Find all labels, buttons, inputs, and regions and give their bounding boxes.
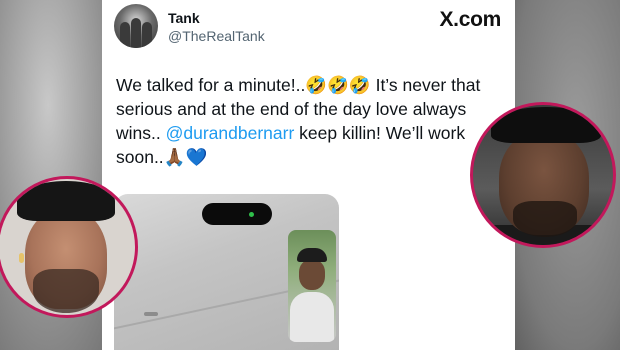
tweet-text: We talked for a minute!..🤣🤣🤣 It’s never … (116, 73, 508, 169)
portrait-cap (491, 107, 601, 143)
pip-cap (297, 248, 327, 262)
user-handle[interactable]: @TheRealTank (168, 27, 265, 45)
facetime-pip-video (288, 230, 336, 342)
ceiling-fixture (144, 312, 158, 316)
mention-link[interactable]: @durandbernarr (166, 123, 295, 143)
portrait-cap (17, 181, 115, 221)
avatar-figure (120, 22, 130, 48)
avatar-figure (142, 22, 152, 48)
circle-photo-right (470, 102, 616, 248)
earring (19, 253, 24, 263)
page: Tank @TheRealTank X.com We talked for a … (0, 0, 620, 350)
portrait-beard (33, 269, 99, 313)
tweet-author: Tank @TheRealTank (168, 9, 265, 45)
avatar-figure (131, 18, 141, 48)
circle-photo-left (0, 176, 138, 318)
camera-indicator-icon (249, 212, 254, 217)
pip-shirt (290, 292, 334, 342)
x-logo: X.com (439, 8, 501, 31)
pip-face (299, 260, 325, 290)
tweet-media-photo[interactable] (114, 194, 339, 350)
display-name[interactable]: Tank (168, 9, 265, 27)
avatar[interactable] (114, 4, 158, 48)
phone-dynamic-island (202, 203, 272, 225)
portrait-beard (513, 201, 577, 237)
tweet-card: Tank @TheRealTank X.com We talked for a … (102, 0, 515, 350)
tweet-header: Tank @TheRealTank (114, 4, 265, 48)
